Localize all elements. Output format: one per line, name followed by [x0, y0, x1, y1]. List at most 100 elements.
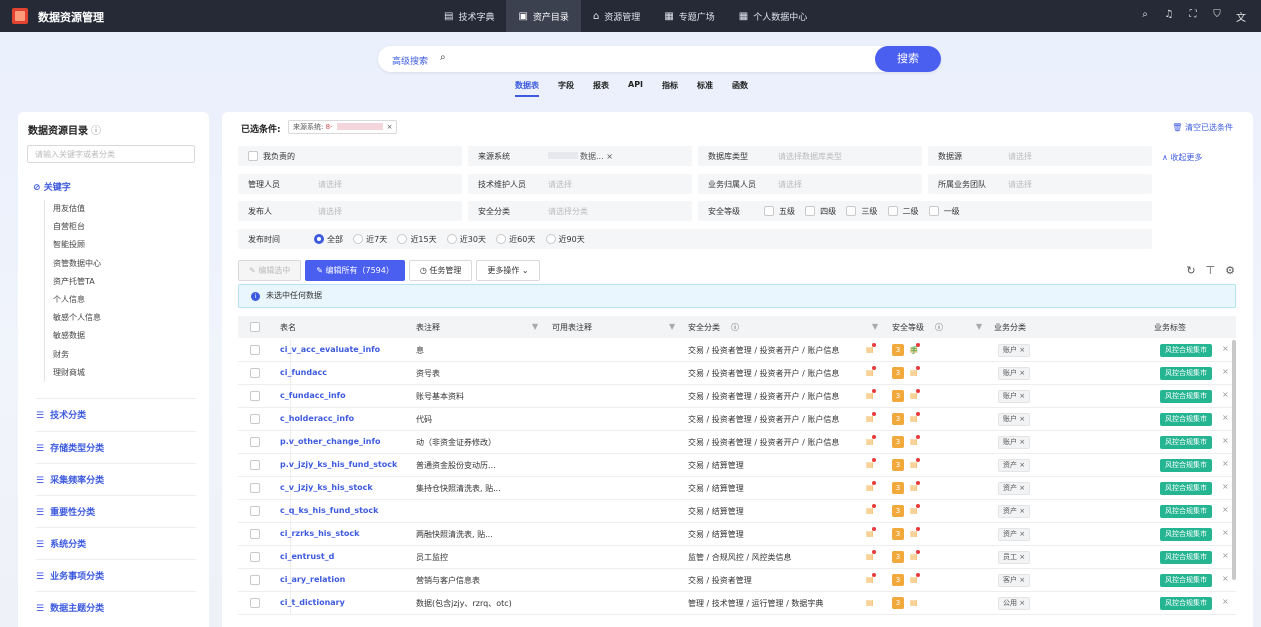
business-class-chip[interactable]: 账户 ×: [998, 367, 1031, 380]
business-class-chip[interactable]: 资产 ×: [998, 482, 1031, 495]
doc-icon[interactable]: ▤: [910, 504, 920, 515]
level-option[interactable]: 五级: [764, 206, 795, 216]
checkbox[interactable]: [250, 575, 260, 585]
mine-filter[interactable]: 我负责的: [238, 146, 462, 166]
row-checkbox[interactable]: [250, 414, 265, 424]
keyword-item[interactable]: 资产托管TA: [45, 273, 194, 291]
table-row[interactable]: ci_fundacc 资号表 交易 / 投资者管理 / 投资者开户 / 账户信息 ▤ 3…: [238, 362, 1236, 385]
publisher-filter[interactable]: 发布人 请选择: [238, 201, 462, 221]
filter-icon[interactable]: ▼: [532, 322, 538, 331]
table-row[interactable]: ci_entrust_d 员工监控 监管 / 合规风控 / 风控类信息 ▤ 3 ▤ 员工 ×…: [238, 546, 1236, 569]
edit-all-button[interactable]: ✎ 编辑所有（7594）: [305, 260, 405, 281]
tab-data-table[interactable]: 数据表: [515, 80, 539, 97]
business-tag[interactable]: 风控合规集市: [1160, 528, 1212, 541]
time-option[interactable]: 近90天: [545, 234, 585, 244]
business-tag[interactable]: 风控合规集市: [1160, 505, 1212, 518]
table-name-link[interactable]: c_fundacc_info: [280, 391, 410, 400]
nav-topic-square[interactable]: ▦ 专题广场: [652, 0, 726, 32]
business-tag[interactable]: 风控合规集市: [1160, 551, 1212, 564]
table-name-link[interactable]: c_v_jzjy_ks_his_stock: [280, 483, 410, 492]
keyword-item[interactable]: 智能投顾: [45, 236, 194, 254]
table-row[interactable]: p.v_other_change_info 动（非资金证券修改） 交易 / 投资者管…: [238, 431, 1236, 454]
business-class-chip[interactable]: 账户 ×: [998, 390, 1031, 403]
nav-asset-catalog[interactable]: ▣ 资产目录: [506, 0, 581, 32]
translate-icon[interactable]: 文: [1229, 9, 1253, 24]
filter-icon[interactable]: ▼: [976, 322, 982, 331]
keyword-item[interactable]: 敏感数据: [45, 327, 194, 345]
row-checkbox[interactable]: [250, 506, 265, 516]
checkbox[interactable]: [250, 437, 260, 447]
level-option[interactable]: 一级: [928, 206, 960, 216]
checkbox[interactable]: [846, 206, 857, 216]
business-tag[interactable]: 风控合规集市: [1160, 390, 1212, 403]
filter-icon[interactable]: ▼: [872, 322, 878, 331]
business-tag[interactable]: 风控合规集市: [1160, 597, 1212, 610]
info-icon[interactable]: ⓘ: [91, 126, 101, 137]
category-business-item[interactable]: ☰ 业务事项分类: [36, 559, 196, 591]
business-class-chip[interactable]: 资产 ×: [998, 505, 1031, 518]
close-icon[interactable]: ×: [1222, 390, 1229, 399]
checkbox[interactable]: [250, 368, 260, 378]
filter-icon[interactable]: ▼: [669, 322, 675, 331]
fullscreen-icon[interactable]: ⛶: [1181, 9, 1205, 24]
tab-function[interactable]: 函数: [732, 80, 748, 97]
keyword-item[interactable]: 个人信息: [45, 291, 194, 309]
search-input[interactable]: [456, 50, 856, 68]
doc-icon[interactable]: ▤: [866, 598, 874, 607]
advanced-search-link[interactable]: 高级搜索: [392, 54, 428, 67]
manager-filter[interactable]: 管理人员 请选择: [238, 174, 462, 194]
keyword-item[interactable]: 敏感个人信息: [45, 309, 194, 327]
keyword-section[interactable]: ⊘ 关键字: [33, 180, 71, 193]
business-tag[interactable]: 风控合规集市: [1160, 482, 1212, 495]
radio[interactable]: [353, 234, 364, 244]
keyword-item[interactable]: 财务: [45, 346, 194, 364]
collapse-more-button[interactable]: ∧ 收起更多: [1162, 152, 1202, 163]
time-option[interactable]: 近15天: [397, 234, 437, 244]
business-tag[interactable]: 风控合规集市: [1160, 574, 1212, 587]
col-available-comment[interactable]: 可用表注释: [552, 322, 592, 333]
checkbox[interactable]: [250, 322, 260, 332]
business-class-chip[interactable]: 资产 ×: [998, 459, 1031, 472]
table-row[interactable]: ci_rzrks_his_stock 两融快照清洗表, 贴... 交易 / 结算管理…: [238, 523, 1236, 546]
category-collection-frequency[interactable]: ☰ 采集频率分类: [36, 463, 196, 495]
checkbox[interactable]: [250, 598, 260, 608]
row-checkbox[interactable]: [250, 529, 265, 539]
tab-indicator[interactable]: 指标: [662, 80, 678, 97]
table-name-link[interactable]: p.v_other_change_info: [280, 437, 410, 446]
table-name-link[interactable]: ci_t_dictionary: [280, 598, 410, 607]
close-icon[interactable]: ×: [387, 123, 393, 131]
table-name-link[interactable]: ci_fundacc: [280, 368, 410, 377]
col-business-tag[interactable]: 业务标签: [1154, 322, 1186, 333]
radio[interactable]: [496, 234, 507, 244]
task-management-button[interactable]: ◷ 任务管理: [408, 260, 473, 281]
business-team-filter[interactable]: 所属业务团队 请选择: [928, 174, 1152, 194]
doc-icon[interactable]: ▤: [866, 366, 876, 377]
close-icon[interactable]: ×: [1222, 436, 1229, 445]
keyword-item[interactable]: 自营柜台: [45, 218, 194, 236]
row-checkbox[interactable]: [250, 437, 265, 447]
category-importance[interactable]: ☰ 重要性分类: [36, 495, 196, 527]
doc-icon[interactable]: ▤: [910, 481, 920, 492]
tab-report[interactable]: 报表: [593, 80, 609, 97]
close-icon[interactable]: ×: [1222, 482, 1229, 491]
checkbox[interactable]: [764, 206, 774, 216]
business-tag[interactable]: 风控合规集市: [1160, 459, 1212, 472]
checkbox[interactable]: [250, 391, 260, 401]
row-checkbox[interactable]: [250, 368, 265, 378]
doc-icon[interactable]: ▤: [866, 412, 876, 423]
business-owner-filter[interactable]: 业务归属人员 请选择: [698, 174, 922, 194]
business-class-chip[interactable]: 账户 ×: [998, 344, 1031, 357]
checkbox[interactable]: [250, 552, 260, 562]
column-height-icon[interactable]: ⊤: [1206, 264, 1216, 277]
checkbox[interactable]: [805, 206, 816, 216]
business-class-chip[interactable]: 资产 ×: [998, 528, 1031, 541]
tab-field[interactable]: 字段: [558, 80, 574, 97]
close-icon[interactable]: ×: [1222, 459, 1229, 468]
checkbox[interactable]: [928, 206, 939, 216]
category-data-subject[interactable]: ☰ 数据主题分类: [36, 591, 196, 623]
close-icon[interactable]: ×: [1222, 367, 1229, 376]
checkbox[interactable]: [250, 483, 260, 493]
close-icon[interactable]: ×: [1222, 551, 1229, 560]
doc-icon[interactable]: ▤: [866, 481, 876, 492]
clear-conditions-button[interactable]: 🗑 清空已选条件: [1172, 122, 1233, 133]
